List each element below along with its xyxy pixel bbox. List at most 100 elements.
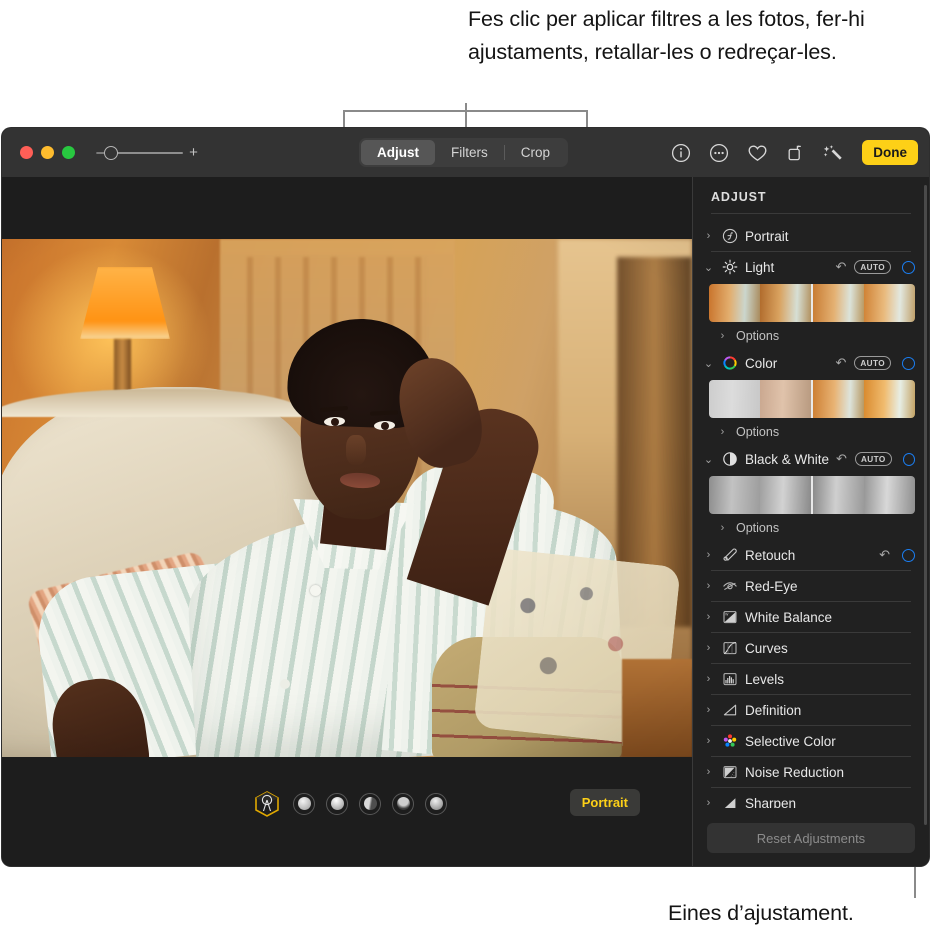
- enable-toggle[interactable]: [902, 548, 915, 562]
- zoom-slider-track[interactable]: [104, 145, 183, 160]
- chevron-right-icon[interactable]: ›: [703, 797, 714, 808]
- sidebar-item-label: Levels: [745, 671, 785, 687]
- window-titlebar: – + Adjust Filters Crop Done: [2, 128, 929, 177]
- chevron-right-icon[interactable]: ›: [703, 766, 714, 778]
- sidebar-item-light[interactable]: ⌄ Light ↶ AUTO: [693, 252, 929, 282]
- chevron-right-icon[interactable]: ›: [717, 426, 728, 438]
- edit-mode-segmented-control[interactable]: Adjust Filters Crop: [359, 138, 569, 167]
- chevron-right-icon[interactable]: ›: [703, 673, 714, 685]
- sidebar-item-portrait[interactable]: › Portrait: [693, 221, 929, 251]
- lighting-contour-light[interactable]: [359, 793, 381, 815]
- auto-button[interactable]: AUTO: [854, 260, 891, 274]
- options-label: Options: [736, 521, 780, 535]
- chevron-right-icon[interactable]: ›: [703, 611, 714, 623]
- thumbnail[interactable]: [864, 476, 915, 514]
- zoom-slider-knob[interactable]: [104, 145, 118, 160]
- minimize-window-button[interactable]: [41, 146, 54, 159]
- lighting-effects-strip[interactable]: [252, 789, 447, 819]
- sidebar-scrollbar[interactable]: [924, 185, 927, 825]
- chevron-right-icon[interactable]: ›: [703, 549, 714, 561]
- lighting-stage-light-mono[interactable]: [425, 793, 447, 815]
- info-icon[interactable]: [670, 142, 692, 164]
- done-button[interactable]: Done: [862, 140, 918, 165]
- sidebar-item-color[interactable]: ⌄ Color ↶ AUTO: [693, 348, 929, 378]
- revert-icon[interactable]: ↶: [879, 547, 890, 563]
- color-wheel-icon: [721, 355, 738, 372]
- maximize-window-button[interactable]: [62, 146, 75, 159]
- auto-button[interactable]: AUTO: [854, 356, 891, 370]
- thumbnail[interactable]: [813, 476, 864, 514]
- thumbnail[interactable]: [709, 380, 760, 418]
- chevron-right-icon[interactable]: ›: [717, 330, 728, 342]
- lighting-studio-light[interactable]: [326, 793, 348, 815]
- sidebar-item-selective-color[interactable]: › Selective Color: [693, 726, 929, 756]
- photo-canvas[interactable]: [2, 239, 692, 757]
- sidebar-item-white-balance[interactable]: › W White Balance: [693, 602, 929, 632]
- revert-icon[interactable]: ↶: [835, 355, 846, 371]
- noise-reduction-icon: [721, 764, 738, 781]
- revert-icon[interactable]: ↶: [835, 259, 846, 275]
- chevron-right-icon[interactable]: ›: [717, 522, 728, 534]
- callout-top-bracket-left-leg: [343, 110, 345, 130]
- revert-icon[interactable]: ↶: [836, 451, 847, 467]
- chevron-right-icon[interactable]: ›: [703, 580, 714, 592]
- chevron-down-icon[interactable]: ⌄: [703, 453, 714, 466]
- close-window-button[interactable]: [20, 146, 33, 159]
- lighting-stage-light[interactable]: [392, 793, 414, 815]
- tab-adjust[interactable]: Adjust: [361, 140, 435, 165]
- black-and-white-preset-thumbnails[interactable]: [709, 476, 915, 514]
- sidebar-item-noise-reduction[interactable]: › Noise Reduction: [693, 757, 929, 787]
- thumbnail[interactable]: [760, 476, 811, 514]
- light-preset-thumbnails[interactable]: [709, 284, 915, 322]
- thumbnail[interactable]: [813, 380, 864, 418]
- svg-text:W: W: [725, 612, 729, 616]
- light-options-row[interactable]: › Options: [693, 324, 929, 348]
- enable-toggle[interactable]: [902, 452, 915, 466]
- thumbnail[interactable]: [813, 284, 864, 322]
- sidebar-item-label: Curves: [745, 640, 788, 656]
- sidebar-item-label: Color: [745, 355, 778, 371]
- chevron-right-icon[interactable]: ›: [703, 704, 714, 716]
- color-preset-thumbnails[interactable]: [709, 380, 915, 418]
- favorite-heart-icon[interactable]: [746, 142, 768, 164]
- sidebar-item-retouch[interactable]: › Retouch ↶: [693, 540, 929, 570]
- thumbnail[interactable]: [760, 380, 811, 418]
- thumbnail[interactable]: [709, 284, 760, 322]
- auto-button[interactable]: AUTO: [854, 452, 892, 466]
- portrait-cube-icon[interactable]: [252, 789, 282, 819]
- chevron-right-icon[interactable]: ›: [703, 230, 714, 242]
- adjustment-tool-list: › Portrait ⌄ Light ↶ AUTO › Options ⌄ Co…: [693, 221, 929, 808]
- lighting-natural-light[interactable]: [293, 793, 315, 815]
- sidebar-item-levels[interactable]: › Levels: [693, 664, 929, 694]
- options-label: Options: [736, 425, 780, 439]
- thumbnail[interactable]: [760, 284, 811, 322]
- color-options-row[interactable]: › Options: [693, 420, 929, 444]
- sidebar-item-sharpen[interactable]: › Sharpen: [693, 788, 929, 808]
- adjust-sidebar: ADJUST › Portrait ⌄ Light ↶ AUTO › Optio…: [692, 177, 929, 866]
- zoom-slider[interactable]: – +: [96, 145, 198, 160]
- enable-toggle[interactable]: [902, 356, 915, 370]
- portrait-mode-badge[interactable]: Portrait: [569, 789, 640, 816]
- sidebar-item-definition[interactable]: › Definition: [693, 695, 929, 725]
- sidebar-item-label: White Balance: [745, 609, 833, 625]
- black-and-white-options-row[interactable]: › Options: [693, 516, 929, 540]
- thumbnail[interactable]: [864, 284, 915, 322]
- zoom-in-icon[interactable]: +: [189, 145, 198, 160]
- thumbnail[interactable]: [864, 380, 915, 418]
- chevron-down-icon[interactable]: ⌄: [703, 357, 714, 370]
- thumbnail[interactable]: [709, 476, 760, 514]
- enable-toggle[interactable]: [902, 260, 915, 274]
- sidebar-item-black-and-white[interactable]: ⌄ Black & White ↶ AUTO: [693, 444, 929, 474]
- chevron-right-icon[interactable]: ›: [703, 735, 714, 747]
- tab-filters[interactable]: Filters: [435, 140, 504, 165]
- rotate-icon[interactable]: [784, 142, 806, 164]
- auto-enhance-wand-icon[interactable]: [822, 142, 844, 164]
- callout-top-stem: [465, 103, 467, 128]
- reset-adjustments-button[interactable]: Reset Adjustments: [707, 823, 915, 853]
- sidebar-item-red-eye[interactable]: › Red-Eye: [693, 571, 929, 601]
- chevron-down-icon[interactable]: ⌄: [703, 261, 714, 274]
- chevron-right-icon[interactable]: ›: [703, 642, 714, 654]
- sidebar-item-curves[interactable]: › Curves: [693, 633, 929, 663]
- tab-crop[interactable]: Crop: [505, 140, 566, 165]
- more-options-icon[interactable]: [708, 142, 730, 164]
